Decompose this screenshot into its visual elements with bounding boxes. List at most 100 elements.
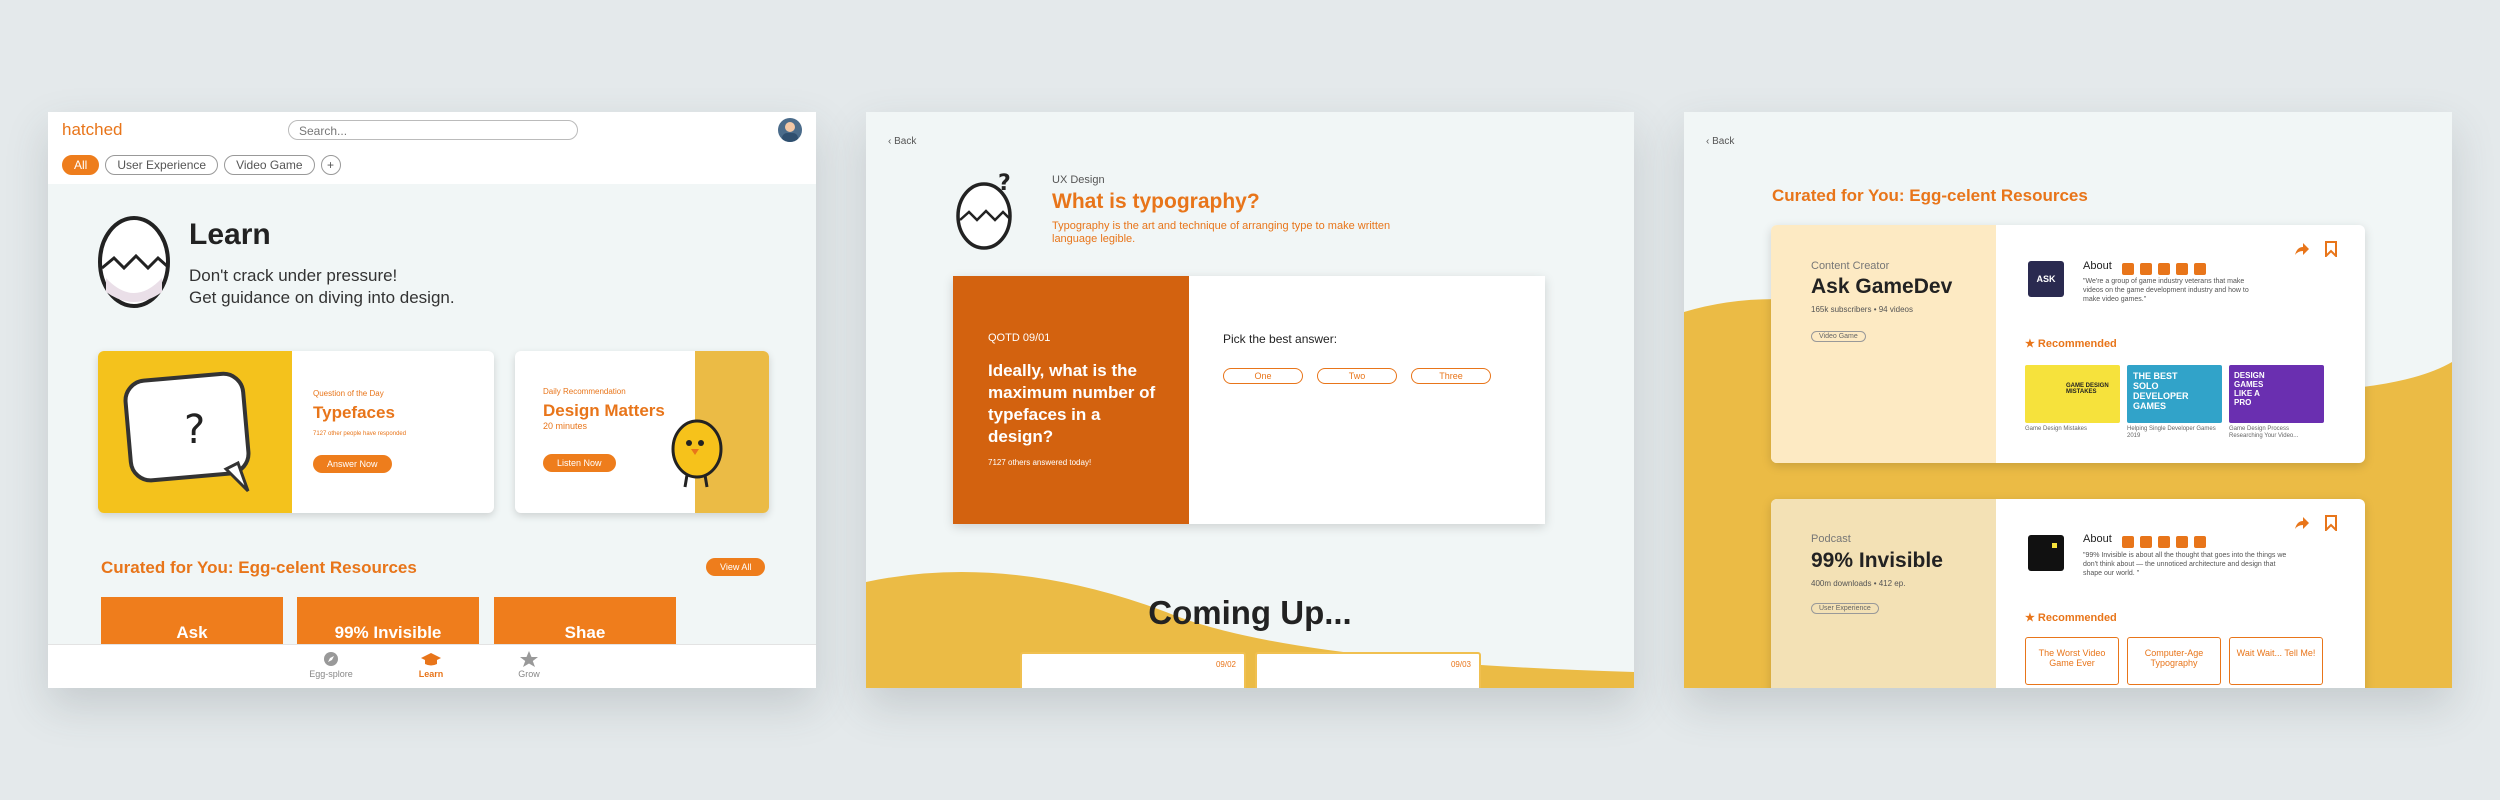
about-text: "99% Invisible is about all the thought …: [2083, 552, 2287, 577]
coming-up-heading: Coming Up...: [1148, 594, 1352, 631]
answer-prompt: Pick the best answer:: [1223, 332, 1338, 346]
back-button[interactable]: ‹ Back: [888, 136, 916, 147]
website-icon[interactable]: [2194, 262, 2206, 275]
category-label: UX Design: [1052, 174, 1105, 186]
about-label: About: [2083, 260, 2112, 272]
facebook-icon[interactable]: [2140, 262, 2152, 275]
bookmark-icon[interactable]: [2325, 241, 2337, 257]
top-bar: hatched Search... All User Experience Vide…: [48, 112, 816, 184]
typography-screen: ‹ Back ? UX Design What is typography? T…: [866, 112, 1634, 688]
option-two[interactable]: Two: [1317, 368, 1397, 384]
nav-learn[interactable]: Learn: [401, 651, 461, 679]
filter-video-game[interactable]: Video Game: [224, 155, 315, 175]
graduation-cap-icon: [421, 653, 441, 666]
curated-heading: Curated for You: Egg-celent Resources: [101, 558, 417, 577]
instagram-icon[interactable]: [2158, 262, 2170, 275]
resource-stats: 400m downloads • 412 ep.: [1811, 579, 1906, 588]
podcast-logo: [2028, 535, 2064, 571]
page-title: Learn: [189, 218, 271, 251]
search-input[interactable]: Search...: [288, 120, 578, 140]
social-links: [2122, 533, 2212, 551]
resources-screen: ‹ Back Curated for You: Egg-celent Resou…: [1684, 112, 2452, 688]
compass-icon: [324, 652, 338, 666]
youtube-icon[interactable]: [2122, 262, 2134, 275]
twitter-icon[interactable]: [2176, 535, 2188, 548]
bottom-nav: Egg-splore Learn Grow: [48, 644, 816, 688]
page-subtitle: Don't crack under pressure! Get guidance …: [189, 266, 455, 307]
resource-summary: Content Creator Ask GameDev 165k subscri…: [1771, 225, 1996, 463]
resource-type: Content Creator: [1811, 260, 1890, 272]
filter-user-experience[interactable]: User Experience: [105, 155, 219, 175]
qotd-responded: 7127 other people have responded: [313, 431, 407, 437]
question-bubble-image: ?: [98, 351, 292, 513]
option-three[interactable]: Three: [1411, 368, 1491, 384]
facebook-icon[interactable]: [2140, 535, 2152, 548]
resource-name: Ask GameDev: [1811, 275, 1953, 298]
social-links: [2122, 260, 2212, 278]
bookmark-icon[interactable]: [2325, 515, 2337, 531]
episode-card[interactable]: Computer-Age Typography: [2127, 637, 2221, 685]
about-text: "We're a group of game industry veterans…: [2083, 278, 2249, 303]
qotd-date: QOTD 09/01: [988, 332, 1051, 344]
recommended-label: ★ Recommended: [2025, 612, 2117, 624]
qotd-question: Ideally, what is the maximum number of t…: [988, 361, 1156, 446]
video-thumbnail[interactable]: THE BEST SOLO DEVELOPER GAMES: [2127, 365, 2222, 423]
episode-card[interactable]: Wait Wait... Tell Me!: [2229, 637, 2323, 685]
channel-logo: ASK: [2028, 261, 2064, 297]
recommended-label: ★ Recommended: [2025, 338, 2117, 350]
option-one[interactable]: One: [1223, 368, 1303, 384]
filter-bar: All User Experience Video Game +: [62, 155, 347, 175]
star-icon: [520, 651, 538, 667]
resource-name: 99% Invisible: [1811, 549, 1943, 572]
share-icon[interactable]: [2293, 517, 2309, 531]
filter-all[interactable]: All: [62, 155, 100, 175]
avatar[interactable]: [778, 118, 802, 142]
daily-title: Design Matters: [543, 401, 665, 420]
egg-question-icon: ?: [956, 171, 1012, 250]
instagram-icon[interactable]: [2158, 535, 2170, 548]
topic-title: What is typography?: [1052, 190, 1260, 213]
back-button[interactable]: ‹ Back: [1706, 136, 1734, 147]
video-thumbnail[interactable]: GAME DESIGN MISTAKES: [2025, 365, 2120, 423]
chick-icon: [671, 419, 723, 488]
video-thumbnail[interactable]: DESIGN GAMES LIKE A PRO: [2229, 365, 2324, 423]
resource-summary: Podcast 99% Invisible 400m downloads • 4…: [1771, 499, 1996, 688]
spotify-icon[interactable]: [2122, 535, 2134, 548]
episode-card[interactable]: The Worst Video Game Ever: [2025, 637, 2119, 685]
nav-grow[interactable]: Grow: [499, 651, 559, 679]
video-caption: Helping Single Developer Games 2019: [2127, 426, 2216, 439]
share-icon[interactable]: [2293, 243, 2309, 257]
resource-stats: 165k subscribers • 94 videos: [1811, 305, 1913, 314]
twitter-icon[interactable]: [2176, 262, 2188, 275]
question-of-day-card[interactable]: ? Question of the Day Typefaces 7127 oth…: [98, 351, 494, 513]
resource-card-99-invisible[interactable]: Podcast 99% Invisible 400m downloads • 4…: [1771, 499, 2365, 688]
svg-text:?: ?: [184, 407, 205, 453]
listen-now-button[interactable]: Listen Now: [543, 454, 616, 472]
about-label: About: [2083, 533, 2112, 545]
svg-text:?: ?: [998, 171, 1011, 196]
qotd-label: Question of the Day: [313, 389, 384, 398]
add-filter-button[interactable]: +: [320, 155, 341, 175]
egg-icon: [98, 216, 170, 308]
curated-heading: Curated for You: Egg-celent Resources: [1772, 186, 2088, 205]
video-caption: Game Design Process Researching Your Vid…: [2229, 426, 2299, 439]
daily-recommendation-card[interactable]: Daily Recommendation Design Matters 20 m…: [515, 351, 769, 513]
tag-badge: User Experience: [1811, 603, 1879, 614]
upcoming-card[interactable]: 09/03: [1255, 652, 1481, 688]
brand-logo[interactable]: hatched: [62, 120, 123, 140]
chevron-left-icon: ‹: [888, 136, 892, 147]
resource-type: Podcast: [1811, 533, 1851, 545]
topic-definition: Typography is the art and technique of a…: [1052, 220, 1391, 245]
qotd-answered: 7127 others answered today!: [988, 458, 1092, 467]
qotd-title: Typefaces: [313, 403, 395, 422]
nav-egg-splore[interactable]: Egg-splore: [301, 651, 361, 679]
website-icon[interactable]: [2194, 535, 2206, 548]
daily-label: Daily Recommendation: [543, 387, 626, 396]
qotd-question-panel: QOTD 09/01 Ideally, what is the maximum …: [953, 276, 1189, 524]
upcoming-card[interactable]: 09/02: [1020, 652, 1246, 688]
daily-duration: 20 minutes: [543, 421, 588, 431]
view-all-button[interactable]: View All: [706, 558, 766, 576]
resource-card-ask-gamedev[interactable]: Content Creator Ask GameDev 165k subscri…: [1771, 225, 2365, 463]
chevron-left-icon: ‹: [1706, 136, 1710, 147]
answer-now-button[interactable]: Answer Now: [313, 455, 392, 473]
